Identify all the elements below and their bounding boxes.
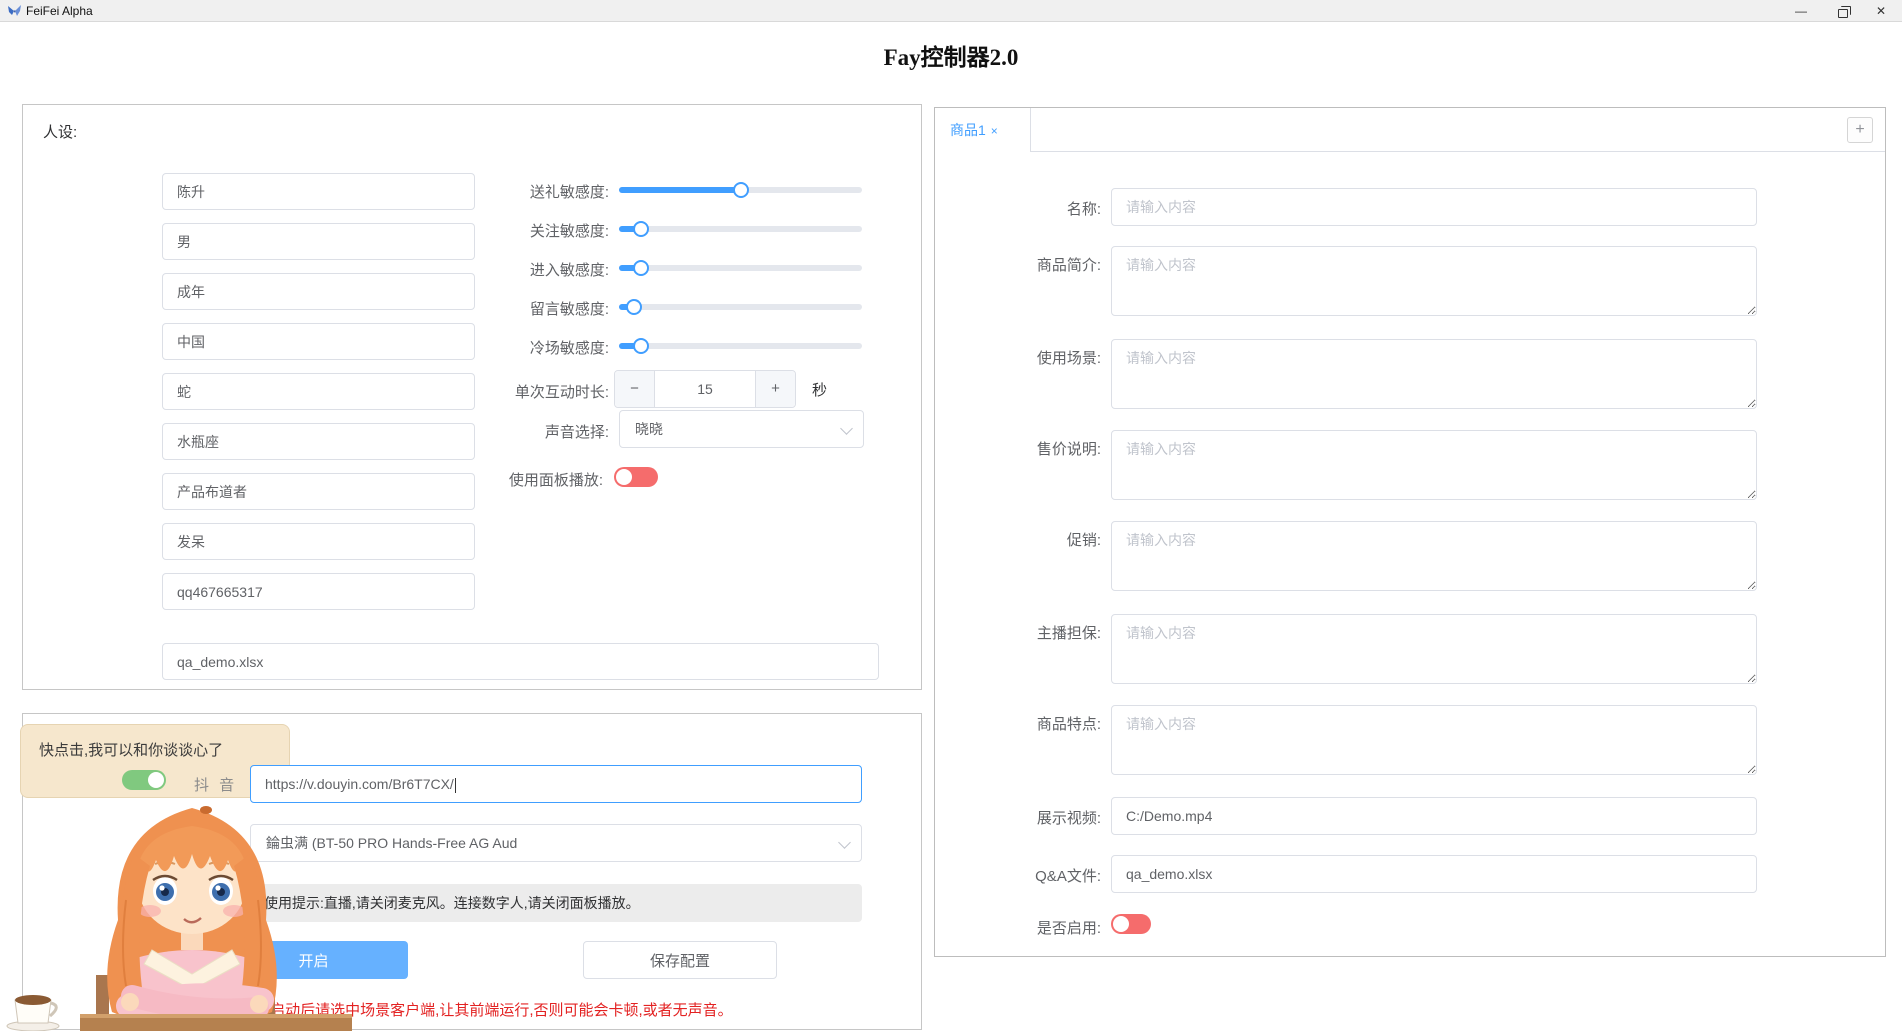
slider-row: 留言敏感度: [23, 297, 921, 318]
hobby-input[interactable] [162, 523, 475, 560]
panel-play-label: 使用面板播放: [508, 472, 603, 489]
price-info-textarea[interactable] [1111, 430, 1757, 500]
tab-label: 商品1 [950, 122, 986, 138]
microphone-label: 麦克风 [168, 838, 214, 855]
slider-thumb[interactable] [632, 221, 649, 237]
persona-panel: 人设: 姓名: 性别: 年龄: 出生地: 生肖: 星座: 职业: 喜好: 联系方… [22, 104, 922, 690]
follow-sensitivity-label: 关注敏感度: [529, 223, 609, 240]
qa-file-input[interactable] [162, 643, 879, 680]
promotion-label: 促销: [1066, 532, 1101, 549]
gift-sensitivity-label: 送礼敏感度: [529, 184, 609, 201]
stepper-value[interactable]: 15 [655, 371, 755, 407]
promotion-textarea[interactable] [1111, 521, 1757, 591]
save-config-button[interactable]: 保存配置 [583, 941, 777, 979]
slider-row: 关注敏感度: [23, 219, 921, 240]
interaction-duration-label: 单次互动时长: [514, 384, 609, 401]
slider-row: 送礼敏感度: [23, 180, 921, 201]
product-name-label: 名称: [1066, 201, 1101, 218]
product-intro-textarea[interactable] [1111, 246, 1757, 316]
microphone-select-value: 錀虫满 (BT-50 PRO Hands-Free AG Aud [266, 835, 518, 851]
chevron-down-icon [840, 422, 853, 435]
follow-sensitivity-slider[interactable] [619, 221, 862, 237]
slider-thumb[interactable] [732, 182, 749, 198]
comment-sensitivity-slider[interactable] [619, 299, 862, 315]
product-qa-file-label: Q&A文件: [1035, 868, 1101, 885]
douyin-url-value: https://v.douyin.com/Br6T7CX/ [265, 776, 454, 792]
demo-video-label: 展示视频: [1036, 810, 1101, 827]
douyin-url-input[interactable]: https://v.douyin.com/Br6T7CX/ [250, 765, 862, 803]
live-panel: 快点击,我可以和你谈谈心了 抖 音 https://v.douyin.com/B… [20, 713, 922, 1030]
enabled-toggle[interactable] [1111, 914, 1151, 934]
speech-bubble-text: 快点击,我可以和你谈谈心了 [39, 742, 224, 759]
product-name-input[interactable] [1111, 188, 1757, 226]
enter-sensitivity-slider[interactable] [619, 260, 862, 276]
slider-row: 冷场敏感度: [23, 336, 921, 357]
slider-thumb[interactable] [632, 338, 649, 354]
enter-sensitivity-label: 进入敏感度: [529, 262, 609, 279]
tab-close-icon[interactable]: × [991, 124, 998, 138]
slider-row: 进入敏感度: [23, 258, 921, 279]
interaction-duration-stepper: − 15 + [614, 370, 796, 408]
usage-scene-label: 使用场景: [1036, 350, 1101, 367]
product-panel: 商品1 × + 名称: 商品简介: 使用场景: 售价说明: 促销: 主播担保: 商… [934, 107, 1886, 957]
slider-thumb[interactable] [632, 260, 649, 276]
page-title: Fay控制器2.0 [883, 45, 1019, 70]
stepper-decrease-button[interactable]: − [615, 371, 655, 407]
microphone-select[interactable]: 錀虫满 (BT-50 PRO Hands-Free AG Aud [250, 824, 862, 862]
toggle-knob [148, 772, 164, 788]
douyin-toggle[interactable] [122, 770, 166, 790]
demo-video-input[interactable] [1111, 797, 1757, 835]
maximize-icon [1838, 6, 1851, 18]
window-title: FeiFei Alpha [26, 4, 93, 18]
toggle-knob [616, 469, 632, 485]
slider-thumb[interactable] [625, 299, 642, 315]
occupation-input[interactable] [162, 473, 475, 510]
host-guarantee-textarea[interactable] [1111, 614, 1757, 684]
enabled-label: 是否启用: [1036, 920, 1101, 937]
product-tabbar: 商品1 × + [935, 108, 1885, 152]
product-features-label: 商品特点: [1036, 716, 1101, 733]
host-guarantee-label: 主播担保: [1036, 625, 1101, 642]
persona-panel-title: 人设: [43, 124, 78, 141]
stepper-increase-button[interactable]: + [755, 371, 795, 407]
maximize-button[interactable] [1826, 0, 1860, 22]
app-logo-icon [7, 3, 22, 23]
silence-sensitivity-slider[interactable] [619, 338, 862, 354]
voice-select-value: 晓晓 [635, 421, 663, 437]
minimize-button[interactable]: — [1784, 0, 1818, 22]
product-qa-file-input[interactable] [1111, 855, 1757, 893]
panel-play-toggle[interactable] [614, 467, 658, 487]
product-intro-label: 商品简介: [1036, 257, 1101, 274]
price-info-label: 售价说明: [1036, 441, 1101, 458]
tab-product-1[interactable]: 商品1 × [935, 108, 1031, 152]
gift-sensitivity-slider[interactable] [619, 182, 862, 198]
tabbar-divider [1031, 151, 1885, 152]
add-tab-button[interactable]: + [1847, 117, 1873, 143]
window-titlebar: FeiFei Alpha — ✕ [0, 0, 1902, 22]
usage-hint-box: 使用提示:直播,请关闭麦克风。连接数字人,请关闭面板播放。 [250, 884, 862, 922]
chevron-down-icon [838, 836, 851, 849]
close-button[interactable]: ✕ [1864, 0, 1898, 22]
text-caret [454, 777, 456, 793]
douyin-label: 抖 音 [194, 777, 238, 794]
usage-scene-textarea[interactable] [1111, 339, 1757, 409]
product-features-textarea[interactable] [1111, 705, 1757, 775]
warning-note: 注:启动后请选中场景客户端,让其前端运行,否则可能会卡顿,或者无声音。 [251, 1002, 733, 1019]
silence-sensitivity-label: 冷场敏感度: [529, 340, 609, 357]
message-label: 消 息 [168, 899, 212, 916]
voice-select[interactable]: 晓晓 [619, 410, 864, 448]
start-button[interactable]: 开启 [219, 941, 408, 979]
voice-select-label: 声音选择: [544, 424, 609, 441]
contact-input[interactable] [162, 573, 475, 610]
seconds-unit-label: 秒 [812, 382, 828, 399]
toggle-knob [1113, 916, 1129, 932]
comment-sensitivity-label: 留言敏感度: [529, 301, 609, 318]
